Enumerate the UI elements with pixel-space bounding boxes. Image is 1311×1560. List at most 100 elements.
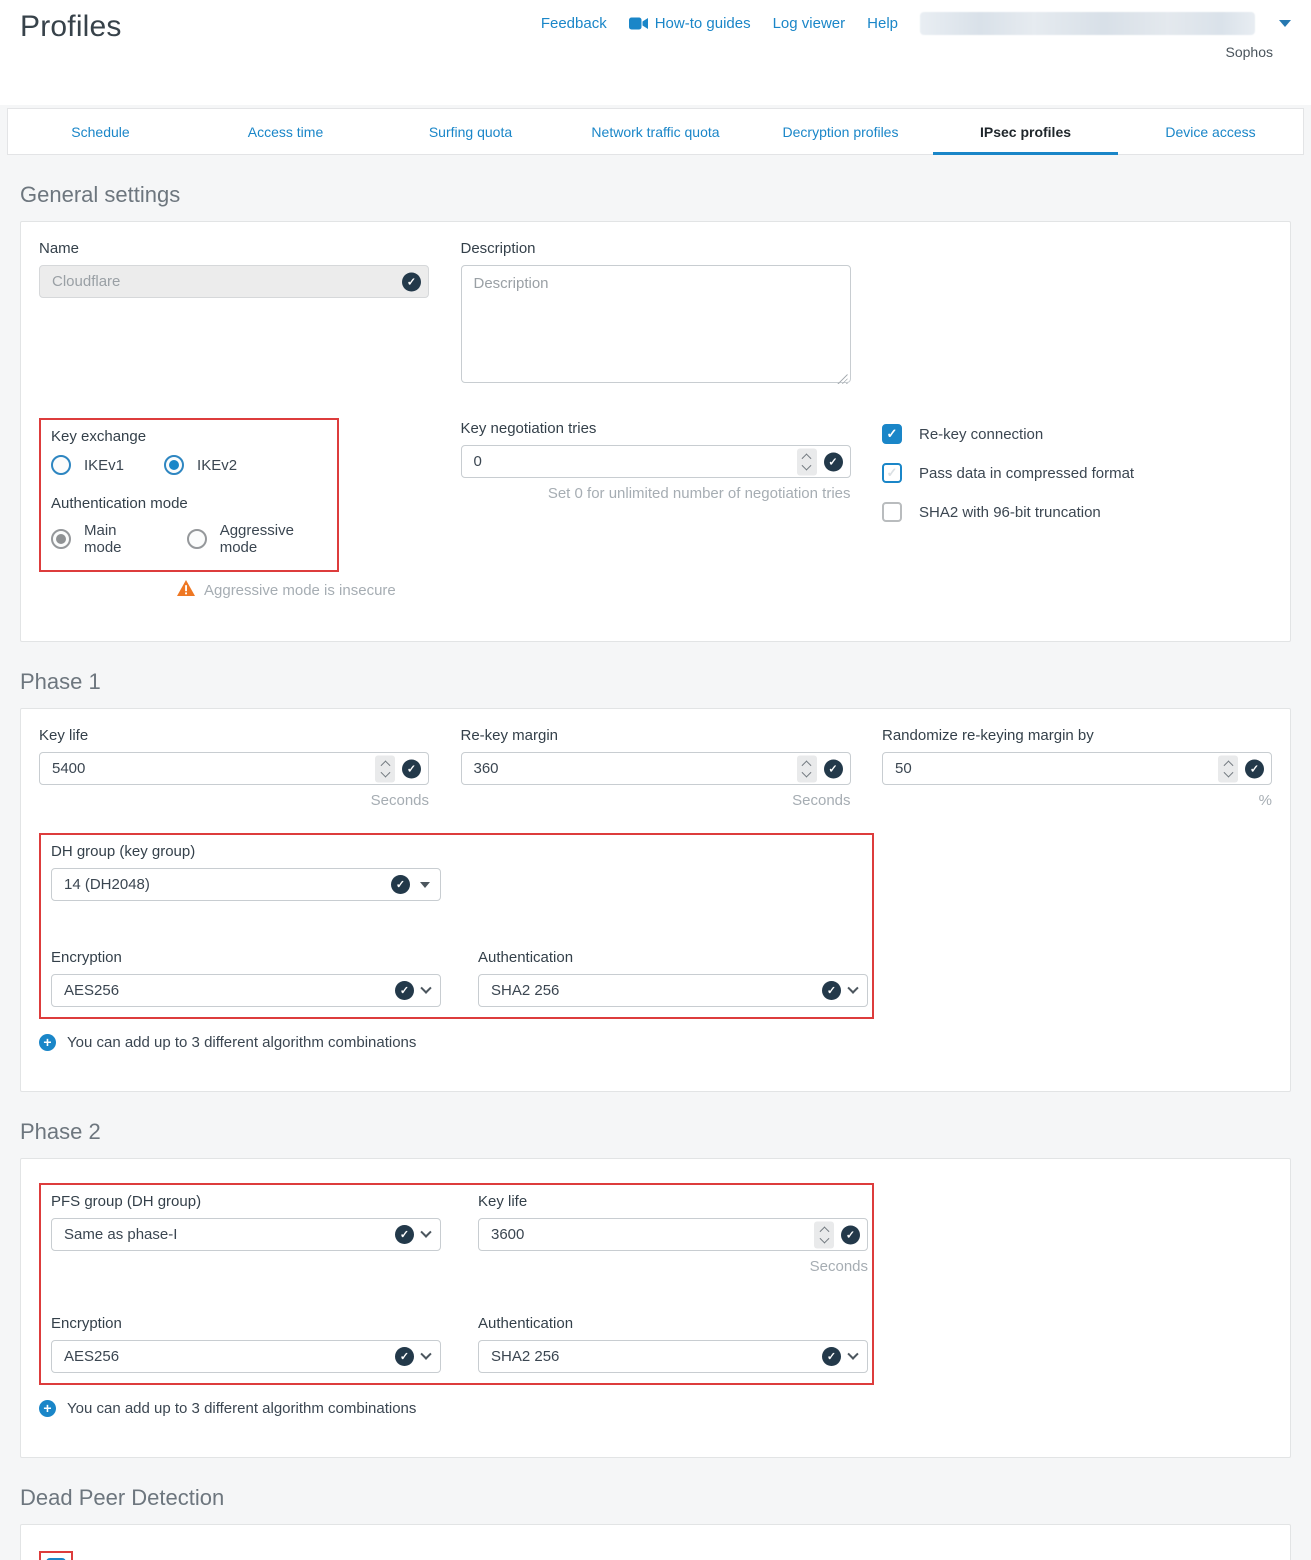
tab-decryption-profiles[interactable]: Decryption profiles — [748, 109, 933, 154]
chevron-down-icon — [380, 767, 390, 777]
check-circle-icon — [824, 452, 843, 471]
number-stepper[interactable] — [1218, 755, 1238, 782]
randomize-margin-unit: % — [882, 792, 1272, 809]
aggressive-warning-text: Aggressive mode is insecure — [204, 582, 396, 599]
plus-circle-icon[interactable] — [39, 1034, 56, 1051]
tab-surfing-quota[interactable]: Surfing quota — [378, 109, 563, 154]
radio-aggressive-mode-label: Aggressive mode — [220, 522, 327, 556]
check-circle-icon — [395, 1347, 414, 1366]
checkbox-row-rekey-connection[interactable]: Re-key connection — [882, 424, 1272, 444]
phase2-encryption-select[interactable]: AES256 — [51, 1340, 441, 1373]
phase1-authentication-select[interactable]: SHA2 256 — [478, 974, 868, 1007]
section-title-phase1: Phase 1 — [20, 669, 1291, 695]
radio-main-mode-label: Main mode — [84, 522, 153, 556]
warning-icon — [177, 580, 195, 601]
radio-ikev1-label: IKEv1 — [84, 457, 124, 474]
check-circle-icon — [1245, 759, 1264, 778]
radio-main-mode — [51, 529, 71, 549]
check-circle-icon — [402, 272, 421, 291]
chevron-down-icon — [1223, 767, 1233, 777]
phase2-key-life-unit: Seconds — [478, 1258, 868, 1275]
pfs-group-value: Same as phase-I — [64, 1226, 395, 1243]
phase2-authentication-select[interactable]: SHA2 256 — [478, 1340, 868, 1373]
tab-ipsec-profiles[interactable]: IPsec profiles — [933, 109, 1118, 154]
chevron-down-icon — [802, 460, 812, 470]
number-stepper[interactable] — [375, 755, 395, 782]
caret-down-icon — [420, 882, 430, 888]
compressed-format-checkbox[interactable] — [882, 463, 902, 483]
check-circle-icon — [841, 1225, 860, 1244]
video-camera-icon — [629, 17, 648, 30]
log-viewer-link[interactable]: Log viewer — [773, 15, 846, 32]
chevron-down-icon — [802, 767, 812, 777]
randomize-margin-field[interactable] — [883, 753, 1271, 784]
help-link[interactable]: Help — [867, 15, 898, 32]
rekey-margin-field[interactable] — [462, 753, 850, 784]
number-stepper[interactable] — [797, 448, 817, 475]
dpd-card: Dead Peer Detection Check peer after eve… — [20, 1524, 1291, 1560]
auth-mode-label: Authentication mode — [51, 495, 327, 512]
section-title-phase2: Phase 2 — [20, 1119, 1291, 1145]
general-settings-card: Name Description — [20, 221, 1291, 642]
phase2-key-life-field[interactable] — [479, 1219, 867, 1250]
number-stepper[interactable] — [797, 755, 817, 782]
check-circle-icon — [395, 1225, 414, 1244]
annotation-box-phase1-algorithms: DH group (key group) 14 (DH2048) Encrypt… — [39, 833, 874, 1019]
header-right: Feedback How-to guides Log viewer Help S… — [541, 12, 1291, 60]
number-stepper[interactable] — [814, 1221, 834, 1248]
tab-schedule[interactable]: Schedule — [8, 109, 193, 154]
sha2-truncation-checkbox — [882, 502, 902, 522]
chevron-down-icon — [420, 1348, 431, 1359]
phase2-authentication-value: SHA2 256 — [491, 1348, 822, 1365]
phase2-add-combo-note: You can add up to 3 different algorithm … — [67, 1400, 416, 1417]
phase2-encryption-value: AES256 — [64, 1348, 395, 1365]
pfs-group-select[interactable]: Same as phase-I — [51, 1218, 441, 1251]
pfs-group-label: PFS group (DH group) — [51, 1193, 441, 1210]
dh-group-select[interactable]: 14 (DH2048) — [51, 868, 441, 901]
annotation-box-key-exchange: Key exchange IKEv1 IKEv2 Authentication … — [39, 418, 339, 572]
page-header: Profiles Feedback How-to guides Log view… — [0, 0, 1311, 105]
annotation-box-dpd-checkbox — [39, 1551, 73, 1560]
rekey-margin-input — [461, 752, 851, 785]
key-negotiation-field[interactable] — [462, 446, 850, 477]
phase1-authentication-value: SHA2 256 — [491, 982, 822, 999]
check-circle-icon — [391, 875, 410, 894]
phase1-key-life-field[interactable] — [40, 753, 428, 784]
chevron-down-icon — [847, 982, 858, 993]
chevron-down-icon — [420, 1226, 431, 1237]
name-label: Name — [39, 240, 429, 257]
plus-circle-icon[interactable] — [39, 1400, 56, 1417]
phase2-key-life-input — [478, 1218, 868, 1251]
rekey-margin-unit: Seconds — [461, 792, 851, 809]
dh-group-label: DH group (key group) — [51, 843, 441, 860]
chevron-down-icon — [847, 1348, 858, 1359]
rekey-connection-checkbox[interactable] — [882, 424, 902, 444]
tab-bar: Schedule Access time Surfing quota Netwo… — [7, 108, 1304, 155]
randomize-margin-label: Randomize re-keying margin by — [882, 727, 1272, 744]
caret-down-icon[interactable] — [1279, 20, 1291, 27]
section-title-general: General settings — [20, 182, 1291, 208]
check-circle-icon — [824, 759, 843, 778]
tab-device-access[interactable]: Device access — [1118, 109, 1303, 154]
tab-access-time[interactable]: Access time — [193, 109, 378, 154]
brand-label: Sophos — [1226, 44, 1273, 60]
radio-ikev1[interactable] — [51, 455, 71, 475]
feedback-link[interactable]: Feedback — [541, 15, 607, 32]
page-content: Schedule Access time Surfing quota Netwo… — [0, 105, 1311, 1560]
check-circle-icon — [402, 759, 421, 778]
phase1-encryption-select[interactable]: AES256 — [51, 974, 441, 1007]
checkbox-row-compressed-format[interactable]: Pass data in compressed format — [882, 463, 1272, 483]
description-textarea[interactable] — [461, 265, 851, 383]
radio-ikev2[interactable] — [164, 455, 184, 475]
randomize-margin-input — [882, 752, 1272, 785]
howto-guides-link[interactable]: How-to guides — [629, 15, 751, 32]
name-input-field — [40, 266, 428, 297]
account-menu[interactable] — [920, 12, 1255, 35]
description-label: Description — [461, 240, 851, 257]
key-negotiation-help: Set 0 for unlimited number of negotiatio… — [461, 485, 851, 502]
tab-network-traffic-quota[interactable]: Network traffic quota — [563, 109, 748, 154]
check-circle-icon — [822, 1347, 841, 1366]
phase1-encryption-value: AES256 — [64, 982, 395, 999]
name-input — [39, 265, 429, 298]
rekey-margin-label: Re-key margin — [461, 727, 851, 744]
